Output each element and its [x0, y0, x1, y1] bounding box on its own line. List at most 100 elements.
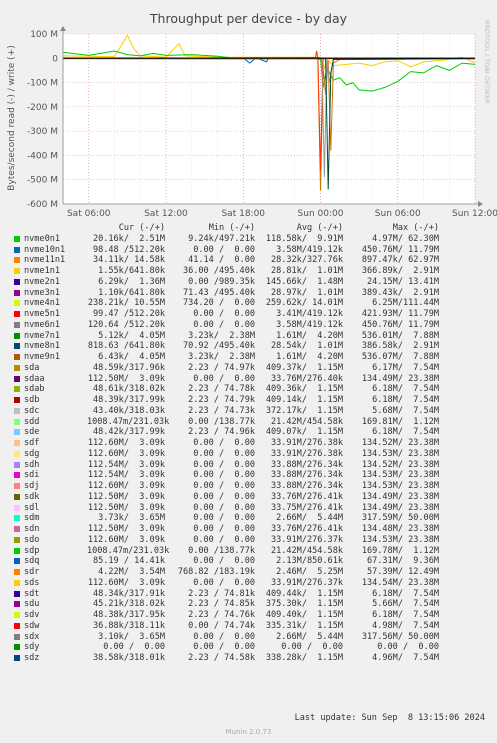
legend-name: sdp	[24, 545, 40, 556]
legend-swatch	[14, 321, 20, 328]
legend-row: sdk 112.50M/ 3.09k 0.00 / 0.00 33.76M/276.4…	[14, 492, 492, 503]
legend-cur: 45.21k/318.02k	[92, 599, 165, 610]
legend-max: 169.81M/ 1.12M	[361, 416, 439, 427]
legend-avg: 33.91M/276.37k	[270, 534, 343, 545]
legend-min: 0.00 / 0.00	[193, 459, 255, 470]
legend-row: sdaa 112.50M/ 3.09k 0.00 / 0.00 33.76M/276.…	[14, 374, 492, 385]
legend-name: nvme9n1	[24, 352, 61, 362]
legend-row: sdc 43.40k/318.03k 2.23 / 74.73k 372.17k/ 1…	[14, 406, 492, 417]
legend-swatch	[14, 536, 20, 543]
legend-cur: 4.22M/ 3.54M	[98, 567, 165, 577]
legend-min: 0.00 / 0.00	[193, 319, 255, 330]
legend-cur: 112.60M/ 3.09k	[87, 481, 165, 491]
legend-max: 6.25M/111.44M	[372, 298, 439, 309]
legend-swatch	[14, 504, 20, 511]
legend-cur: 112.50M/ 3.09k	[87, 373, 165, 384]
legend-max: 450.76M/ 11.79M	[361, 244, 439, 255]
legend-cur: 20.16k/ 2.51M	[92, 233, 165, 244]
legend-name: nvme6n1	[24, 319, 61, 330]
legend-avg: 409.14k/ 1.15M	[265, 395, 343, 405]
legend-min: 0.00 / 0.00	[193, 373, 255, 384]
legend-avg: 33.88M/276.34k	[270, 481, 343, 491]
legend-max: 421.93M/ 11.79M	[361, 309, 439, 319]
legend-name: sdr	[24, 567, 40, 577]
legend-min: 0.00 / 0.00	[193, 577, 255, 588]
legend-cur: 120.64 /512.20k	[87, 319, 165, 330]
legend-max: 134.49M/ 23.38M	[361, 502, 439, 513]
header-cur: Cur (-/+)	[118, 223, 165, 233]
legend-min: 0.00 / 0.00	[193, 502, 255, 513]
legend-cur: 48.34k/317.91k	[92, 588, 165, 599]
legend-max: 134.53M/ 23.38M	[361, 448, 439, 459]
y-tick-label: -300 M	[27, 127, 58, 137]
legend-name: sdu	[24, 599, 40, 610]
legend-row: sdab 48.61k/318.02k 2.23 / 74.78k 409.36k/ …	[14, 384, 492, 395]
legend-row: nvme0n1 20.16k/ 2.51M 9.24k/497.21k 118.58k…	[14, 234, 492, 245]
legend-min: 70.92 /495.40k	[182, 341, 255, 352]
legend-max: 897.47k/ 62.97M	[361, 255, 439, 266]
legend-cur: 112.54M/ 3.09k	[87, 459, 165, 470]
legend-avg: 33.91M/276.37k	[270, 577, 343, 588]
legend-cur: 0.00 / 0.00	[103, 642, 165, 653]
legend-min: 0.00 / 0.00	[193, 481, 255, 491]
legend-avg: 33.88M/276.34k	[270, 470, 343, 481]
legend-min: 0.00 / 0.00	[193, 491, 255, 502]
legend-swatch	[14, 590, 20, 597]
legend-max: 4.98M/ 7.54M	[372, 620, 439, 631]
legend-cur: 43.40k/318.03k	[92, 405, 165, 416]
legend-row: nvme2n1 6.29k/ 1.36M 0.00 /989.35k 145.66k/…	[14, 277, 492, 288]
legend-cur: 818.63 /641.80k	[87, 341, 165, 352]
x-tick-label: Sat 06:00	[67, 209, 111, 219]
x-tick-label: Sun 06:00	[375, 209, 421, 219]
legend-max: 5.68M/ 7.54M	[372, 405, 439, 416]
legend-name: sdw	[24, 620, 40, 631]
legend-cur: 112.60M/ 3.09k	[87, 577, 165, 588]
x-tick-label: Sun 00:00	[298, 209, 344, 219]
legend-avg: 33.76M/276.41k	[270, 524, 343, 534]
plot-area: 100 M 0 -100 M -200 M -300 M -400 M -500 M -600…	[27, 26, 497, 219]
legend-row: nvme8n1 818.63 /641.80k 70.92 /495.40k 28.5…	[14, 341, 492, 352]
x-axis-arrow	[478, 201, 483, 207]
legend-min: 36.00 /495.40k	[182, 266, 255, 276]
legend-min: 768.82 /183.19k	[177, 567, 255, 577]
legend-min: 2.23 / 74.73k	[188, 405, 255, 416]
legend-name: nvme5n1	[24, 309, 61, 319]
legend-cur: 48.39k/317.99k	[92, 395, 165, 405]
legend-name: sdn	[24, 524, 40, 534]
legend-swatch	[14, 300, 20, 307]
legend-swatch	[14, 655, 20, 661]
legend-max: 134.54M/ 23.38M	[361, 577, 439, 588]
munin-version: Munin 2.0.73	[225, 728, 272, 736]
legend-row: sdi 112.54M/ 3.09k 0.00 / 0.00 33.88M/276.3…	[14, 470, 492, 481]
legend-min: 0.00 / 0.00	[193, 534, 255, 545]
legend-min: 2.23 / 74.85k	[188, 599, 255, 610]
legend-max: 536.07M/ 7.88M	[361, 352, 439, 362]
legend-min: 0.00 / 0.00	[193, 642, 255, 653]
legend-name: sdk	[24, 491, 40, 502]
legend-min: 2.23 / 74.78k	[188, 384, 255, 395]
legend-min: 0.00 / 0.00	[193, 470, 255, 481]
legend-avg: 28.81k/ 1.01M	[270, 266, 343, 276]
legend-swatch	[14, 483, 20, 489]
legend-row: sdq 85.19 / 14.41k 0.00 / 0.00 2.13M/850.61…	[14, 556, 492, 567]
legend-min: 734.20 / 0.00	[182, 298, 255, 309]
legend-min: 2.23 / 74.81k	[188, 588, 255, 599]
legend-swatch	[14, 526, 20, 532]
legend-swatch	[14, 397, 20, 403]
legend-name: sdy	[24, 642, 40, 653]
legend-avg: 2.46M/ 5.25M	[276, 567, 343, 577]
legend-cur: 3.10k/ 3.65M	[98, 631, 165, 642]
legend-row: sdv 48.38k/317.95k 2.23 / 74.76k 409.40k/ 1…	[14, 610, 492, 621]
legend-name: nvme3n1	[24, 287, 61, 298]
legend-max: 6.18M/ 7.54M	[372, 384, 439, 395]
legend-avg: 21.42M/454.58k	[270, 416, 343, 427]
legend-name: nvme8n1	[24, 341, 61, 352]
legend-max: 134.48M/ 23.38M	[361, 524, 439, 534]
legend-min: 0.00 / 0.00	[193, 438, 255, 448]
legend-row: sds 112.60M/ 3.09k 0.00 / 0.00 33.91M/276.3…	[14, 578, 492, 589]
legend-cur: 48.38k/317.95k	[92, 610, 165, 620]
y-tick-label: -500 M	[27, 176, 58, 186]
legend-cur: 85.19 / 14.41k	[92, 556, 165, 567]
legend-row: sdx 3.10k/ 3.65M 0.00 / 0.00 2.66M/ 5.44M 31…	[14, 632, 492, 643]
legend-max: 67.31M/ 9.36M	[366, 556, 439, 567]
